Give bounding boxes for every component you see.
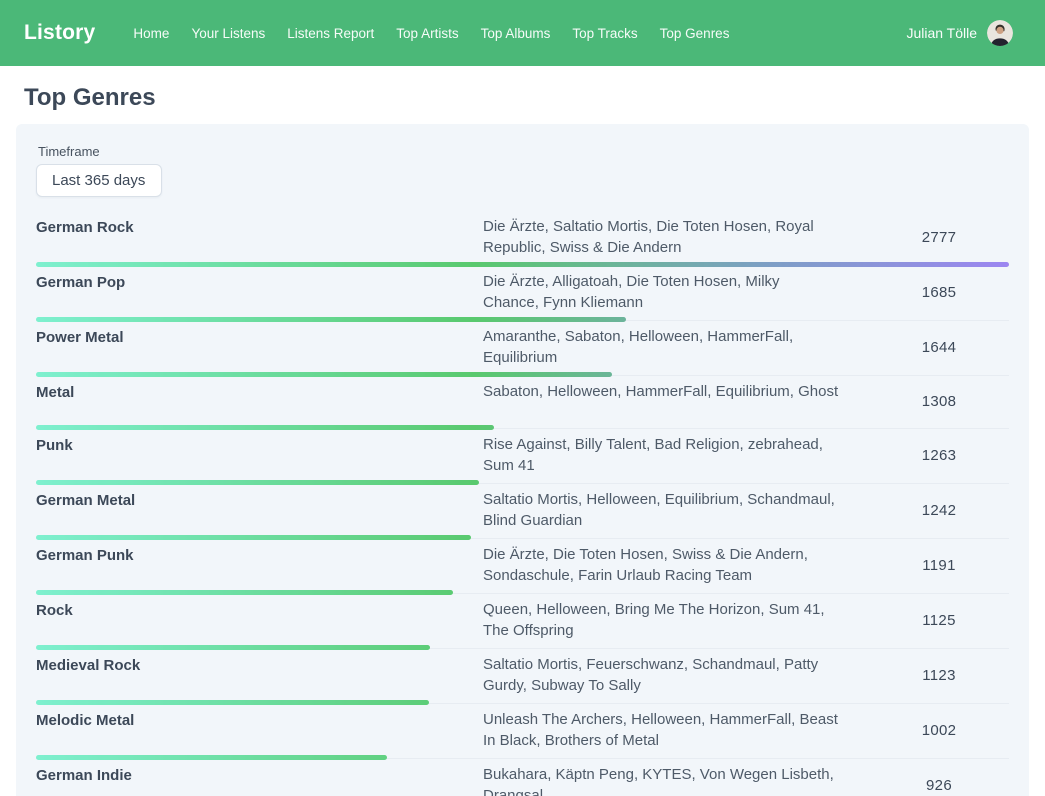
genre-name: German Rock <box>36 216 483 258</box>
app-logo[interactable]: Listory <box>24 21 95 45</box>
genre-top-artists: Sabaton, Helloween, HammerFall, Equilibr… <box>483 381 869 421</box>
genre-bar <box>36 645 430 650</box>
genre-bar <box>36 590 453 595</box>
genre-top-artists: Die Ärzte, Die Toten Hosen, Swiss & Die … <box>483 544 869 586</box>
genre-row: Punk Rise Against, Billy Talent, Bad Rel… <box>36 429 1009 484</box>
nav-item-top-artists[interactable]: Top Artists <box>396 26 458 41</box>
main-content: Top Genres Timeframe Last 365 days Germa… <box>0 84 1045 796</box>
navbar: Listory Home Your Listens Listens Report To… <box>0 0 1045 66</box>
genre-row: Melodic Metal Unleash The Archers, Hello… <box>36 704 1009 759</box>
genre-bar <box>36 262 1009 267</box>
nav-item-top-genres[interactable]: Top Genres <box>660 26 730 41</box>
genre-bar <box>36 372 612 377</box>
genre-listen-count: 1242 <box>869 489 1009 531</box>
genre-top-artists: Bukahara, Käptn Peng, KYTES, Von Wegen L… <box>483 764 869 796</box>
timeframe-field: Timeframe Last 365 days <box>36 144 1009 197</box>
genre-listen-count: 1308 <box>869 381 1009 421</box>
nav-item-home[interactable]: Home <box>133 26 169 41</box>
genre-row: German Rock Die Ärzte, Saltatio Mortis, … <box>36 211 1009 266</box>
genre-listen-count: 1644 <box>869 326 1009 368</box>
genre-row: Medieval Rock Saltatio Mortis, Feuerschw… <box>36 649 1009 704</box>
genre-top-artists: Saltatio Mortis, Feuerschwanz, Schandmau… <box>483 654 869 696</box>
genre-listen-count: 1191 <box>869 544 1009 586</box>
genre-row: German Punk Die Ärzte, Die Toten Hosen, … <box>36 539 1009 594</box>
user-photo-icon <box>987 20 1013 46</box>
genre-row: German Pop Die Ärzte, Alligatoah, Die To… <box>36 266 1009 321</box>
genre-top-artists: Die Ärzte, Alligatoah, Die Toten Hosen, … <box>483 271 869 313</box>
genre-row: Metal Sabaton, Helloween, HammerFall, Eq… <box>36 376 1009 429</box>
genre-row: Rock Queen, Helloween, Bring Me The Hori… <box>36 594 1009 649</box>
genre-bar <box>36 535 471 540</box>
genre-name: German Indie <box>36 764 483 796</box>
genre-row: Power Metal Amaranthe, Sabaton, Hellowee… <box>36 321 1009 376</box>
genre-listen-count: 926 <box>869 764 1009 796</box>
genre-name: German Metal <box>36 489 483 531</box>
timeframe-select[interactable]: Last 365 days <box>36 164 162 197</box>
timeframe-label: Timeframe <box>38 144 1009 159</box>
genre-name: German Pop <box>36 271 483 313</box>
genre-bar <box>36 755 387 760</box>
genre-name: Melodic Metal <box>36 709 483 751</box>
genre-top-artists: Unleash The Archers, Helloween, HammerFa… <box>483 709 869 751</box>
genre-bar <box>36 317 626 322</box>
nav-item-top-albums[interactable]: Top Albums <box>481 26 551 41</box>
genre-listen-count: 1685 <box>869 271 1009 313</box>
page-title: Top Genres <box>24 84 1029 112</box>
genre-listen-count: 1263 <box>869 434 1009 476</box>
genre-top-artists: Saltatio Mortis, Helloween, Equilibrium,… <box>483 489 869 531</box>
genre-top-artists: Die Ärzte, Saltatio Mortis, Die Toten Ho… <box>483 216 869 258</box>
genre-bar <box>36 480 479 485</box>
genre-top-artists: Amaranthe, Sabaton, Helloween, HammerFal… <box>483 326 869 368</box>
genre-top-artists: Queen, Helloween, Bring Me The Horizon, … <box>483 599 869 641</box>
user-avatar[interactable] <box>987 20 1013 46</box>
genre-listen-count: 1123 <box>869 654 1009 696</box>
nav-item-listens-report[interactable]: Listens Report <box>287 26 374 41</box>
top-genres-card: Timeframe Last 365 days German Rock Die … <box>16 124 1029 796</box>
nav-item-top-tracks[interactable]: Top Tracks <box>572 26 637 41</box>
genre-name: Medieval Rock <box>36 654 483 696</box>
genre-name: Power Metal <box>36 326 483 368</box>
genre-table: German Rock Die Ärzte, Saltatio Mortis, … <box>36 211 1009 796</box>
genre-top-artists: Rise Against, Billy Talent, Bad Religion… <box>483 434 869 476</box>
genre-name: Punk <box>36 434 483 476</box>
genre-name: Metal <box>36 381 483 421</box>
main-nav: Home Your Listens Listens Report Top Artist… <box>133 26 729 41</box>
genre-row: German Indie Bukahara, Käptn Peng, KYTES… <box>36 759 1009 796</box>
genre-listen-count: 1125 <box>869 599 1009 641</box>
genre-listen-count: 1002 <box>869 709 1009 751</box>
genre-name: German Punk <box>36 544 483 586</box>
genre-row: German Metal Saltatio Mortis, Helloween,… <box>36 484 1009 539</box>
genre-bar <box>36 700 429 705</box>
genre-listen-count: 2777 <box>869 216 1009 258</box>
nav-item-your-listens[interactable]: Your Listens <box>191 26 265 41</box>
genre-bar <box>36 425 494 430</box>
navbar-user-area: Julian Tölle <box>906 20 1013 46</box>
user-name[interactable]: Julian Tölle <box>906 25 977 41</box>
genre-name: Rock <box>36 599 483 641</box>
